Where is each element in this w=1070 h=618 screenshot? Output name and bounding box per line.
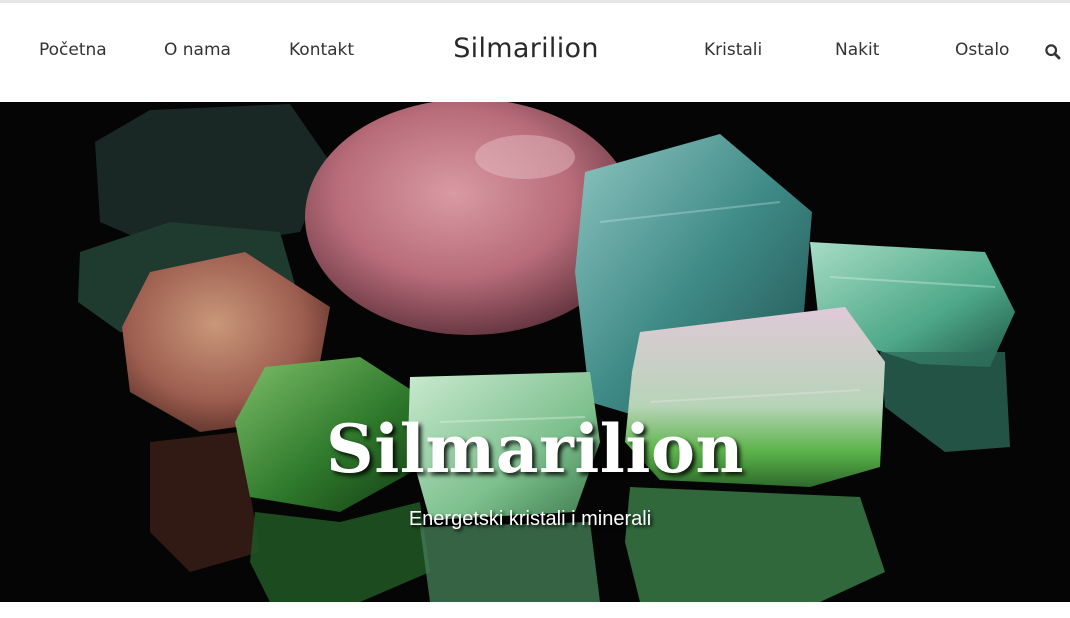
nav-link-jewelry[interactable]: Nakit [835,40,879,60]
nav-link-crystals[interactable]: Kristali [704,40,762,60]
content-area [0,602,1070,618]
nav-link-home[interactable]: Početna [39,40,107,60]
main-navigation: Početna O nama Kontakt Silmarilion Krist… [0,3,1070,102]
search-icon[interactable] [1044,43,1062,61]
nav-link-about[interactable]: O nama [164,40,231,60]
hero-title: Silmarilion [326,410,744,488]
site-logo-text[interactable]: Silmarilion [440,33,612,64]
page: Početna O nama Kontakt Silmarilion Krist… [0,0,1070,618]
nav-link-other[interactable]: Ostalo [955,40,1009,60]
nav-link-contact[interactable]: Kontakt [289,40,354,60]
hero-subtitle: Energetski kristali i minerali [408,508,652,530]
hero-banner: Silmarilion Energetski kristali i minera… [0,102,1070,602]
